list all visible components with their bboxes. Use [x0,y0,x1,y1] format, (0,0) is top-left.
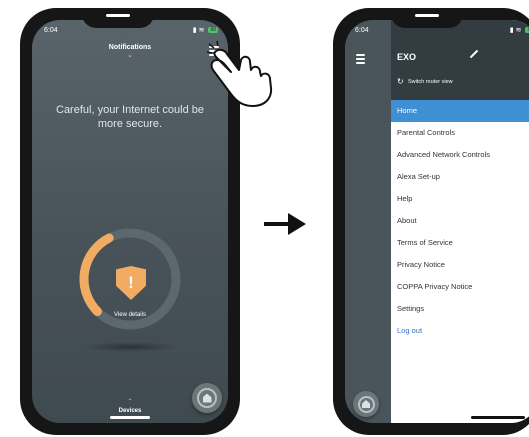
phone-notch [391,8,463,28]
right-phone-frame: 6:04 ▮ ≋ 88 EXO ↻ Switch router view [333,8,529,435]
drawer-header: ▮ ≋ 88 EXO ↻ Switch router view [391,20,529,100]
wifi-icon: ≋ [515,27,522,34]
menu-item-alexa-setup[interactable]: Alexa Set-up [391,166,529,188]
menu-screen: 6:04 ▮ ≋ 88 EXO ↻ Switch router view [345,20,529,423]
home-button[interactable] [353,391,379,417]
status-icons: ▮ ≋ 88 [193,26,218,34]
menu-item-advanced-network-controls[interactable]: Advanced Network Controls [391,144,529,166]
menu-item-terms-of-service[interactable]: Terms of Service [391,232,529,254]
wifi-icon: ≋ [198,27,205,34]
security-headline: Careful, your Internet could be more sec… [56,104,204,130]
home-button[interactable] [192,383,222,413]
gauge-shadow [80,342,180,352]
notifications-screen: 6:04 ▮ ≋ 88 Notifications ⌄ Careful, you… [32,20,228,423]
home-indicator [471,416,525,419]
page-title: Notifications [108,44,152,51]
view-details-link[interactable]: View details [32,312,228,318]
speaker-grille [106,14,130,17]
menu-item-settings[interactable]: Settings [391,298,529,320]
menu-item-coppa-privacy-notice[interactable]: COPPA Privacy Notice [391,276,529,298]
menu-item-help[interactable]: Help [391,188,529,210]
network-name: EXO [397,52,417,62]
phone-notch [82,8,154,28]
signal-icon: ▮ [192,27,197,34]
menu-item-log-out[interactable]: Log out [391,320,529,342]
switch-router-view-link[interactable]: Switch router view [408,79,453,85]
menu-item-parental-controls[interactable]: Parental Controls [391,122,529,144]
home-ring [357,395,375,413]
home-ring [197,388,217,408]
signal-icon: ▮ [509,27,514,34]
menu-item-home[interactable]: Home [391,100,529,122]
home-indicator [110,416,150,419]
navigation-drawer: ▮ ≋ 88 EXO ↻ Switch router view Home Par… [391,20,529,423]
status-time: 6:04 [44,27,58,34]
home-icon [202,393,212,403]
speaker-grille [415,14,439,17]
hamburger-icon[interactable] [356,54,365,64]
home-icon [362,400,370,408]
gauge-fill [79,233,114,317]
refresh-icon[interactable]: ↻ [397,78,404,86]
status-icons: ▮ ≋ 88 [510,26,529,34]
battery-icon: 88 [525,27,529,34]
tap-hand-icon [206,40,273,107]
chevron-down-icon[interactable]: ⌄ [32,52,228,59]
menu-item-about[interactable]: About [391,210,529,232]
menu-item-privacy-notice[interactable]: Privacy Notice [391,254,529,276]
drawer-menu: Home Parental Controls Advanced Network … [391,100,529,342]
status-time: 6:04 [355,27,369,34]
pencil-icon[interactable] [469,49,479,59]
arrow-right-icon [264,213,306,235]
battery-icon: 88 [208,27,218,34]
